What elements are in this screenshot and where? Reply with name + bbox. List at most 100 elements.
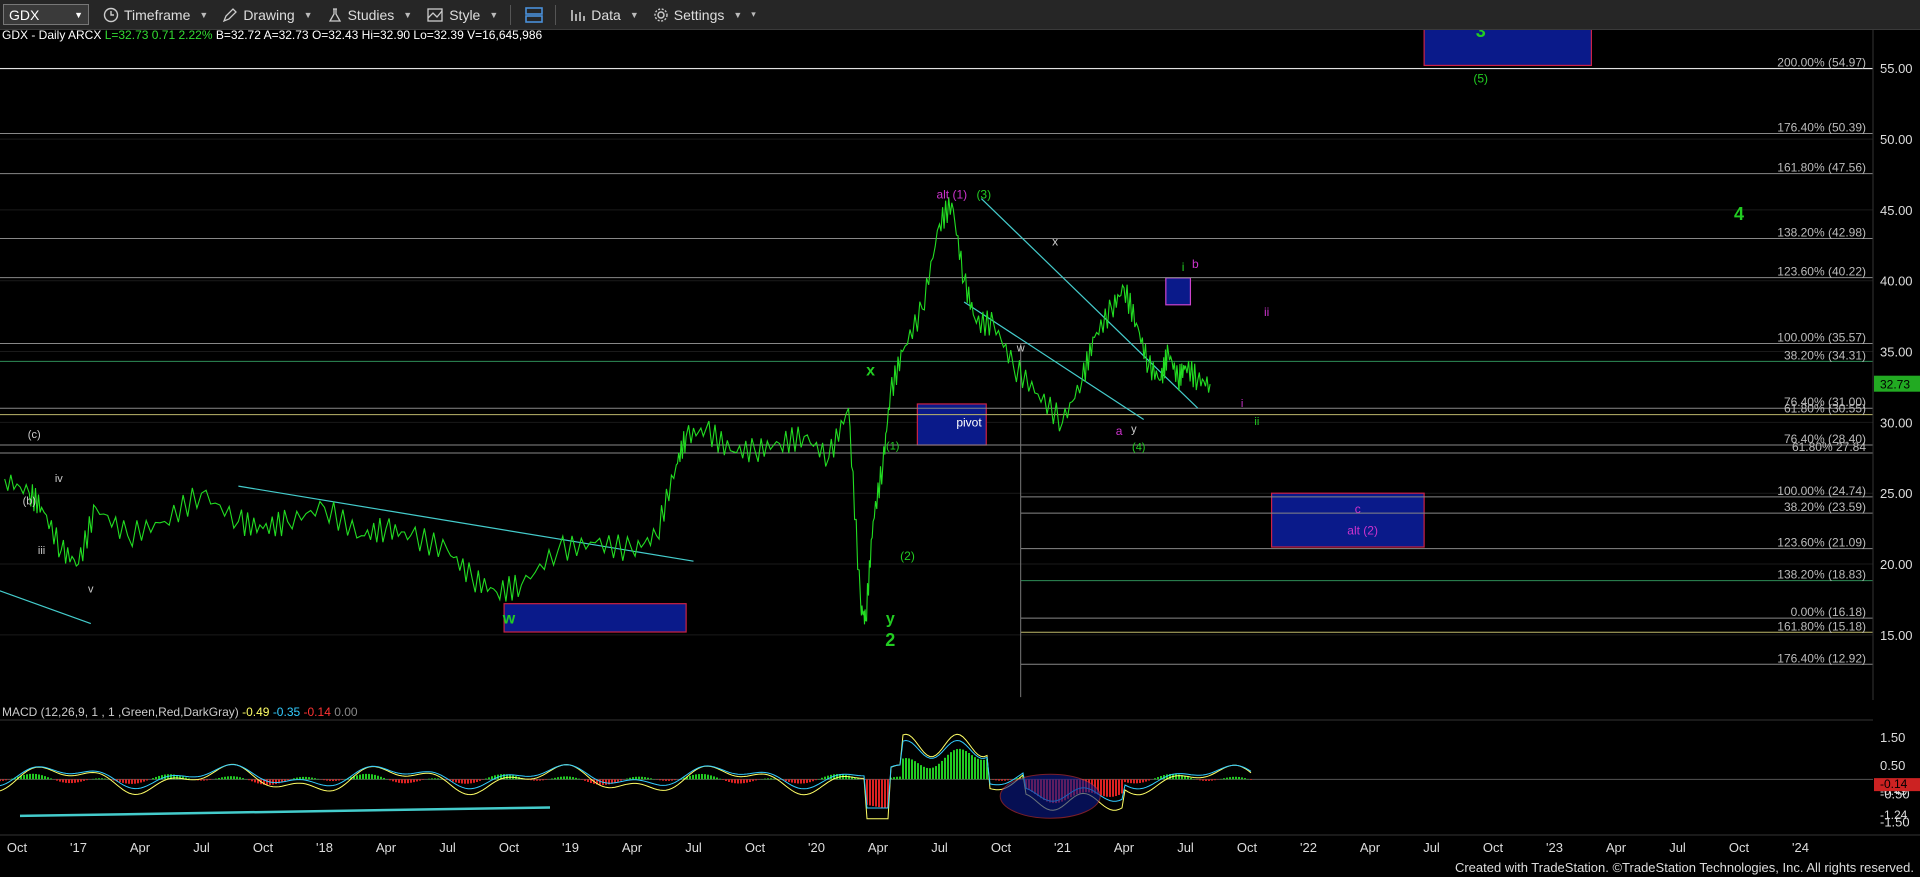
data-button[interactable]: Data ▼ <box>570 7 639 23</box>
low: Lo=32.39 <box>413 30 464 42</box>
time-tick-label: Oct <box>745 840 766 855</box>
time-tick-label: Oct <box>1483 840 1504 855</box>
last-price-marker: 32.73 <box>1874 375 1920 392</box>
fib-level-label: 123.60% (40.22) <box>1777 265 1866 279</box>
chevron-down-icon: ▼ <box>74 9 83 20</box>
wave-labels: 3(5)4alt (1) (3)xi biiwxpivota y(4)iii(1)(2… <box>23 30 1744 650</box>
wave-label: (2) <box>900 549 915 563</box>
high: Hi=32.90 <box>362 30 411 42</box>
svg-text:MACD (12,26,9, 1 , 1 ,Green,Re: MACD (12,26,9, 1 , 1 ,Green,Red,DarkGray… <box>2 705 358 719</box>
time-tick-label: '22 <box>1300 840 1317 855</box>
price-tick-label: 40.00 <box>1880 274 1913 289</box>
symbol-label: GDX <box>9 6 40 23</box>
bid: B=32.72 <box>216 30 261 42</box>
style-button[interactable]: Style ▼ <box>426 7 498 23</box>
wave-label: (c) <box>28 429 41 441</box>
wave-label: iii <box>38 545 45 557</box>
time-tick-label: Oct <box>1237 840 1258 855</box>
time-axis[interactable]: Oct '17 Apr Jul Oct '18 Apr Jul Oct '19 Apr Jul Oct '… <box>0 834 1920 855</box>
wave-label: 3 <box>1476 30 1486 41</box>
price-tick-label: 55.00 <box>1880 61 1913 76</box>
time-tick-label: '23 <box>1546 840 1563 855</box>
last-price-label: 32.73 <box>1880 378 1910 392</box>
wave-label: pivot <box>956 416 982 430</box>
last-price: L=32.73 <box>105 30 149 42</box>
price-tick-label: 45.00 <box>1880 203 1913 218</box>
exchange: ARCX <box>68 30 101 42</box>
time-tick-label: Jul <box>685 840 702 855</box>
caret-down-icon: ▼ <box>199 9 209 20</box>
wave-label: (3) <box>976 188 991 202</box>
time-tick-label: Apr <box>1360 840 1381 855</box>
wave-label: (4) <box>1132 442 1145 454</box>
macd-tick-label: 0.50 <box>1880 758 1905 773</box>
fib-level-label: 161.80% (47.56) <box>1777 161 1866 175</box>
wave-label: x <box>1052 234 1058 248</box>
caret-down-icon: ▼ <box>629 9 639 20</box>
footer-credit: Created with TradeStation. ©TradeStation… <box>1454 860 1914 875</box>
svg-text:GDX - Daily ARCX L=32.73 0.71: GDX - Daily ARCX L=32.73 0.71 2.22% B=32… <box>2 30 543 42</box>
price-tick-label: 25.00 <box>1880 486 1913 501</box>
wave-label: y <box>1131 423 1137 435</box>
wave-label: w <box>1016 343 1025 355</box>
open: O=32.43 <box>312 30 359 42</box>
time-tick-label: '18 <box>316 840 333 855</box>
macd-avg: -0.35 <box>273 705 301 719</box>
time-tick-label: Jul <box>931 840 948 855</box>
caret-down-icon: ▾ <box>751 9 756 19</box>
symbol-selector[interactable]: GDX ▼ <box>3 4 89 25</box>
timeframe-button[interactable]: Timeframe ▼ <box>103 7 208 23</box>
wave-label: (1) <box>886 440 899 452</box>
price-tick-label: 50.00 <box>1880 132 1913 147</box>
pencil-icon <box>223 7 238 22</box>
wave-label: w <box>502 611 516 628</box>
left-trendline <box>0 590 92 625</box>
macd-tick-label: 1.50 <box>1880 730 1905 745</box>
caret-down-icon: ▼ <box>489 9 499 20</box>
price-chart[interactable]: GDX - Daily ARCX L=32.73 0.71 2.22% B=32… <box>0 30 1920 858</box>
toolbar: GDX ▼ Timeframe ▼ Drawing ▼ Studies ▼ Style… <box>0 0 1920 30</box>
macd-panel[interactable]: MACD (12,26,9, 1 , 1 ,Green,Red,DarkGray… <box>0 705 1920 830</box>
wave-label: y <box>886 611 895 628</box>
wave-label: i <box>1241 398 1243 410</box>
wave-label: v <box>88 583 94 595</box>
net-change: 0.71 <box>152 30 176 42</box>
caret-down-icon: ▼ <box>303 9 313 20</box>
wave-label: alt (1) <box>936 188 967 202</box>
time-tick-label: '19 <box>562 840 579 855</box>
wave-label: x <box>866 363 875 380</box>
layout-button[interactable] <box>525 6 544 24</box>
fib-level-label: 61.80% (30.55) <box>1784 402 1866 416</box>
target-box-alt2 <box>1270 492 1425 548</box>
price-tick-label: 15.00 <box>1880 628 1913 643</box>
target-boxes <box>503 30 1592 633</box>
time-tick-label: Jul <box>1177 840 1194 855</box>
time-tick-label: Jul <box>1423 840 1440 855</box>
data-label: Data <box>591 6 621 23</box>
studies-button[interactable]: Studies ▼ <box>327 7 413 23</box>
macd-ellipse <box>999 773 1101 819</box>
fib-level-label: 0.00% (16.18) <box>1791 605 1866 619</box>
macd-diff: -0.14 <box>304 705 332 719</box>
time-tick-label: Oct <box>991 840 1012 855</box>
caret-down-icon: ▼ <box>403 9 413 20</box>
drawing-button[interactable]: Drawing ▼ <box>222 7 313 23</box>
target-box-3 <box>1423 30 1592 67</box>
symbol-header: GDX - Daily ARCX L=32.73 0.71 2.22% B=32… <box>2 30 543 42</box>
wave-label: iv <box>55 473 63 485</box>
caret-down-icon: ▼ <box>733 9 743 20</box>
wave-label: ii <box>1254 416 1259 428</box>
settings-button[interactable]: Settings ▼ ▾ <box>653 7 756 23</box>
flask-icon <box>328 7 341 22</box>
time-tick-label: Oct <box>1729 840 1750 855</box>
toolbar-divider <box>510 4 512 25</box>
macd-trendline <box>19 806 551 818</box>
wave-label: (5) <box>1473 71 1488 85</box>
fib-level-label: 38.20% (23.59) <box>1784 500 1866 514</box>
fib-level-label: 200.00% (54.97) <box>1777 56 1866 70</box>
price-line <box>4 197 1211 625</box>
style-label: Style <box>449 6 481 23</box>
wave-label: b <box>1192 257 1199 271</box>
wave-label: 4 <box>1734 204 1744 224</box>
price-axis[interactable]: 55.00 50.00 45.00 40.00 35.00 30.00 25.00 20.00… <box>1872 30 1913 700</box>
